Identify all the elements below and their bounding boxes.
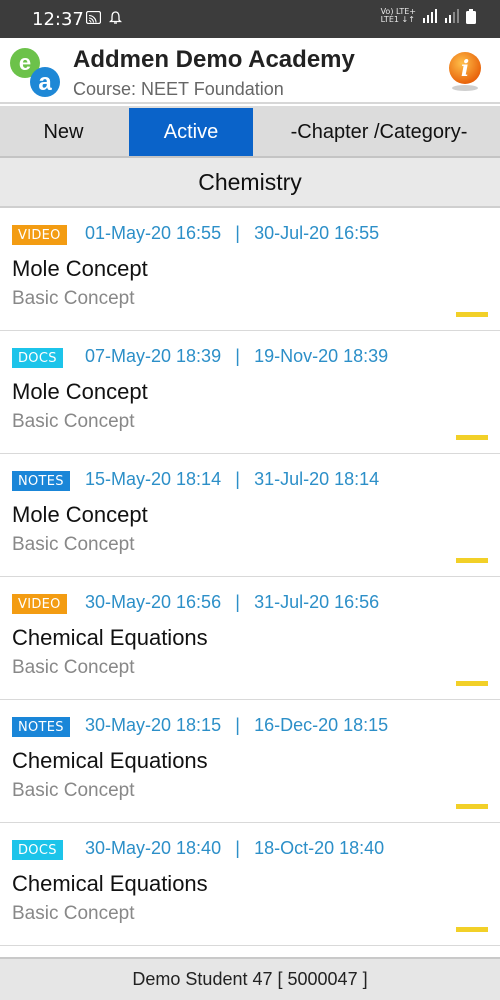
- date-separator: |: [235, 223, 240, 243]
- item-subtitle: Basic Concept: [12, 657, 135, 678]
- item-subtitle: Basic Concept: [12, 288, 135, 309]
- svg-text:a: a: [38, 69, 52, 96]
- progress-indicator: [456, 435, 488, 440]
- end-date: 31-Jul-20 16:56: [254, 592, 380, 612]
- date-range: 01-May-20 16:55 | 30-Jul-20 16:55: [85, 223, 379, 244]
- item-title: Chemical Equations: [12, 748, 208, 773]
- type-badge: DOCS: [12, 348, 63, 368]
- notification-bell-icon: [109, 11, 122, 24]
- progress-indicator: [456, 558, 488, 563]
- course-subtitle: Course: NEET Foundation: [73, 79, 284, 99]
- list-item[interactable]: DOCS 30-May-20 18:40 | 18-Oct-20 18:40 Che…: [0, 823, 500, 946]
- signal-icon: [423, 9, 437, 23]
- date-range: 30-May-20 16:56 | 31-Jul-20 16:56: [85, 592, 379, 613]
- info-icon[interactable]: i: [446, 50, 484, 92]
- status-bar: 12:37 Vo) LTE+ LTE1 ↓↑: [0, 0, 500, 38]
- progress-indicator: [456, 927, 488, 932]
- end-date: 31-Jul-20 18:14: [254, 469, 380, 489]
- date-separator: |: [235, 469, 240, 489]
- progress-indicator: [456, 804, 488, 809]
- status-time: 12:37: [32, 9, 84, 30]
- end-date: 30-Jul-20 16:55: [254, 223, 380, 243]
- date-separator: |: [235, 346, 240, 366]
- subject-header: Chemistry: [0, 158, 500, 208]
- type-badge: DOCS: [12, 840, 63, 860]
- signal-icon: [445, 9, 459, 23]
- start-date: 30-May-20 18:15: [85, 715, 222, 735]
- item-subtitle: Basic Concept: [12, 534, 135, 555]
- app-title: Addmen Demo Academy: [73, 46, 355, 73]
- date-range: 30-May-20 18:40 | 18-Oct-20 18:40: [85, 838, 384, 859]
- content-list: VIDEO 01-May-20 16:55 | 30-Jul-20 16:55 Mo…: [0, 208, 500, 946]
- list-item[interactable]: NOTES 15-May-20 18:14 | 31-Jul-20 18:14 Mo…: [0, 454, 500, 577]
- item-subtitle: Basic Concept: [12, 411, 135, 432]
- cast-icon: [86, 11, 101, 24]
- item-subtitle: Basic Concept: [12, 903, 135, 924]
- date-separator: |: [235, 592, 240, 612]
- date-range: 30-May-20 18:15 | 16-Dec-20 18:15: [85, 715, 388, 736]
- chapter-category-dropdown[interactable]: -Chapter /Category-: [258, 108, 500, 156]
- svg-text:e: e: [19, 50, 31, 75]
- network-type: Vo) LTE+ LTE1 ↓↑: [381, 8, 416, 24]
- item-title: Chemical Equations: [12, 625, 208, 650]
- date-range: 07-May-20 18:39 | 19-Nov-20 18:39: [85, 346, 388, 367]
- start-date: 30-May-20 16:56: [85, 592, 222, 612]
- start-date: 07-May-20 18:39: [85, 346, 222, 366]
- list-item[interactable]: DOCS 07-May-20 18:39 | 19-Nov-20 18:39 Mol…: [0, 331, 500, 454]
- ea-logo-icon: e a: [10, 48, 60, 97]
- type-badge: VIDEO: [12, 225, 67, 245]
- list-item[interactable]: NOTES 30-May-20 18:15 | 16-Dec-20 18:15 Ch…: [0, 700, 500, 823]
- item-title: Mole Concept: [12, 256, 148, 281]
- list-item[interactable]: VIDEO 30-May-20 16:56 | 31-Jul-20 16:56 Ch…: [0, 577, 500, 700]
- end-date: 18-Oct-20 18:40: [254, 838, 385, 858]
- list-item[interactable]: VIDEO 01-May-20 16:55 | 30-Jul-20 16:55 Mo…: [0, 208, 500, 331]
- item-title: Chemical Equations: [12, 871, 208, 896]
- app-header: e a Addmen Demo Academy Course: NEET Fou…: [0, 38, 500, 104]
- tab-active[interactable]: Active: [129, 108, 253, 156]
- svg-text:i: i: [461, 56, 469, 82]
- start-date: 01-May-20 16:55: [85, 223, 222, 243]
- progress-indicator: [456, 312, 488, 317]
- battery-icon: [466, 8, 476, 24]
- type-badge: NOTES: [12, 717, 70, 737]
- item-title: Mole Concept: [12, 379, 148, 404]
- network-label-bottom: LTE1 ↓↑: [380, 15, 415, 24]
- date-range: 15-May-20 18:14 | 31-Jul-20 18:14: [85, 469, 379, 490]
- type-badge: NOTES: [12, 471, 70, 491]
- status-right: Vo) LTE+ LTE1 ↓↑: [381, 8, 476, 24]
- tab-new[interactable]: New: [0, 108, 127, 156]
- item-title: Mole Concept: [12, 502, 148, 527]
- date-separator: |: [235, 838, 240, 858]
- start-date: 15-May-20 18:14: [85, 469, 222, 489]
- start-date: 30-May-20 18:40: [85, 838, 222, 858]
- date-separator: |: [235, 715, 240, 735]
- end-date: 19-Nov-20 18:39: [254, 346, 389, 366]
- item-subtitle: Basic Concept: [12, 780, 135, 801]
- tab-bar: New Active -Chapter /Category-: [0, 106, 500, 158]
- progress-indicator: [456, 681, 488, 686]
- type-badge: VIDEO: [12, 594, 67, 614]
- student-footer: Demo Student 47 [ 5000047 ]: [0, 957, 500, 1000]
- end-date: 16-Dec-20 18:15: [254, 715, 389, 735]
